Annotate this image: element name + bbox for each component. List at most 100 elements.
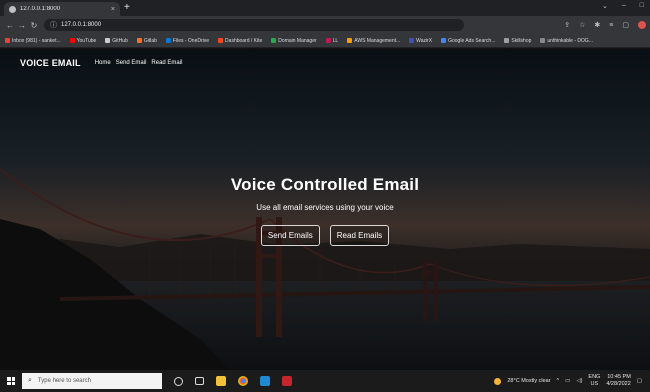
- network-icon[interactable]: ▭: [565, 378, 570, 384]
- send-emails-button[interactable]: Send Emails: [260, 225, 320, 246]
- back-icon[interactable]: ←: [4, 21, 16, 30]
- volume-icon[interactable]: ◁): [576, 378, 582, 384]
- taskbar-apps: [174, 376, 292, 386]
- bookmark-label: unthinkable - DOG...: [547, 37, 593, 44]
- maximize-icon[interactable]: □: [640, 2, 644, 10]
- hero-section: Voice Controlled Email Use all email ser…: [0, 175, 650, 246]
- bookmark-item[interactable]: Google Ads Search...: [441, 38, 495, 44]
- site-navbar: VOICE EMAIL Home Send Email Read Email: [0, 49, 650, 77]
- tray-chevron-icon[interactable]: ^: [557, 378, 560, 384]
- vscode-icon[interactable]: [260, 376, 270, 386]
- bookmark-item[interactable]: Skillshop: [504, 38, 531, 44]
- bookmark-label: Domain Manager: [278, 37, 317, 44]
- start-button[interactable]: [0, 370, 22, 392]
- taskbar-search-input[interactable]: ⌕ Type here to search: [22, 373, 162, 389]
- bookmark-label: WazirX: [416, 37, 433, 44]
- bookmark-item[interactable]: Inbox (981) - sanket...: [5, 38, 61, 44]
- bookmark-favicon-icon: [347, 38, 353, 43]
- nav-link-send-email[interactable]: Send Email: [116, 60, 147, 66]
- clock[interactable]: 10:45 PM 4/28/2022: [606, 374, 630, 388]
- bookmark-favicon-icon: [218, 38, 224, 43]
- bookmark-item[interactable]: AWS Management...: [347, 38, 400, 44]
- tab-search-icon[interactable]: ⌄: [602, 2, 608, 10]
- bookmark-label: Skillshop: [511, 37, 532, 44]
- bookmark-label: AWS Management...: [354, 37, 401, 44]
- browser-tab[interactable]: 127.0.0.1:8000 ×: [4, 2, 120, 16]
- clock-time: 10:45 PM: [607, 374, 631, 380]
- bookmark-item[interactable]: YouTube: [69, 37, 97, 44]
- clock-date: 4/28/2022: [606, 381, 631, 387]
- search-icon: ⌕: [28, 377, 32, 384]
- cortana-icon[interactable]: [174, 376, 183, 386]
- app-red-icon[interactable]: [282, 376, 292, 386]
- hero-subtitle: Use all email services using your voice: [256, 203, 394, 212]
- language-indicator[interactable]: ENG US: [588, 374, 600, 388]
- file-explorer-icon[interactable]: [216, 376, 226, 386]
- bookmark-favicon-icon: [271, 38, 277, 43]
- bookmark-label: Gitlab: [143, 37, 157, 44]
- extensions-icon[interactable]: ✱: [594, 21, 600, 29]
- language-top: ENG: [588, 374, 601, 380]
- new-tab-button[interactable]: +: [124, 2, 130, 14]
- bookmark-favicon-icon: [441, 38, 447, 43]
- url-input[interactable]: ⓘ 127.0.0.1:8000: [44, 19, 464, 31]
- bookmark-item[interactable]: LL: [325, 37, 339, 44]
- bookmark-label: Files - OneDrive: [172, 37, 210, 44]
- bookmark-label: LL: [332, 37, 339, 44]
- bookmark-favicon-icon: [136, 38, 142, 43]
- bookmark-item[interactable]: Gitlab: [136, 37, 157, 44]
- bookmark-label: Inbox (981) - sanket...: [12, 37, 61, 44]
- nav-link-read-email[interactable]: Read Email: [151, 60, 182, 66]
- bookmark-label: GitHub: [112, 37, 128, 44]
- bookmark-label: Google Ads Search...: [448, 37, 496, 44]
- globe-icon: [9, 5, 16, 13]
- close-tab-icon[interactable]: ×: [111, 6, 115, 13]
- bookmark-star-icon[interactable]: ☆: [579, 21, 585, 29]
- reload-icon[interactable]: ↻: [28, 21, 40, 30]
- bookmark-item[interactable]: Dashboard / Kite: [218, 38, 262, 44]
- toolbar-actions: ⇪ ☆ ✱ ≡ ▢: [564, 21, 646, 29]
- notifications-icon[interactable]: ▢: [637, 378, 642, 384]
- hero-title: Voice Controlled Email: [230, 175, 420, 194]
- bookmark-favicon-icon: [325, 38, 331, 43]
- web-page: VOICE EMAIL Home Send Email Read Email V…: [0, 49, 650, 370]
- bookmark-item[interactable]: GitHub: [105, 38, 128, 44]
- reading-list-icon[interactable]: ≡: [609, 22, 613, 29]
- bookmark-favicon-icon: [504, 38, 510, 43]
- bookmark-item[interactable]: WazirX: [409, 38, 432, 44]
- bookmark-item[interactable]: unthinkable - DOG...: [540, 38, 593, 44]
- bookmark-label: YouTube: [76, 37, 97, 44]
- windows-logo-icon: [7, 377, 15, 385]
- language-bottom: US: [590, 381, 599, 387]
- bookmark-favicon-icon: [540, 38, 546, 43]
- nav-link-home[interactable]: Home: [95, 60, 111, 66]
- browser-title-bar: 127.0.0.1:8000 × + ⌄ – □: [0, 0, 650, 16]
- system-tray: 28°C Mostly clear ^ ▭ ◁) ENG US 10:45 PM…: [494, 374, 650, 388]
- search-placeholder: Type here to search: [37, 378, 91, 384]
- bookmark-item[interactable]: Domain Manager: [271, 37, 317, 44]
- share-icon[interactable]: ⇪: [564, 21, 570, 29]
- chrome-icon[interactable]: [238, 376, 248, 386]
- minimize-icon[interactable]: –: [622, 2, 626, 10]
- bookmark-favicon-icon: [69, 38, 75, 43]
- bookmark-item[interactable]: Files - OneDrive: [165, 37, 210, 44]
- address-bar: ← → ↻ ⓘ 127.0.0.1:8000 ⇪ ☆ ✱ ≡ ▢: [0, 16, 650, 34]
- profile-avatar-icon[interactable]: [638, 21, 646, 29]
- forward-icon[interactable]: →: [16, 21, 28, 30]
- bookmark-favicon-icon: [165, 38, 171, 43]
- site-brand[interactable]: VOICE EMAIL: [20, 58, 81, 68]
- weather-icon[interactable]: [494, 377, 502, 385]
- side-panel-icon[interactable]: ▢: [622, 21, 629, 29]
- bookmark-favicon-icon: [5, 38, 10, 43]
- bookmarks-bar: Inbox (981) - sanket... YouTube GitHub Gitl…: [0, 34, 650, 48]
- bookmark-label: Dashboard / Kite: [225, 37, 263, 44]
- windows-taskbar: ⌕ Type here to search 28°C Mostly clear …: [0, 370, 650, 392]
- bookmark-favicon-icon: [409, 38, 415, 43]
- task-view-icon[interactable]: [195, 377, 204, 385]
- read-emails-button[interactable]: Read Emails: [329, 225, 390, 246]
- window-controls: ⌄ – □: [602, 2, 644, 10]
- tab-title: 127.0.0.1:8000: [20, 6, 61, 12]
- bookmark-favicon-icon: [105, 38, 111, 43]
- weather-text[interactable]: 28°C Mostly clear: [507, 378, 550, 384]
- site-info-icon[interactable]: ⓘ: [50, 20, 57, 30]
